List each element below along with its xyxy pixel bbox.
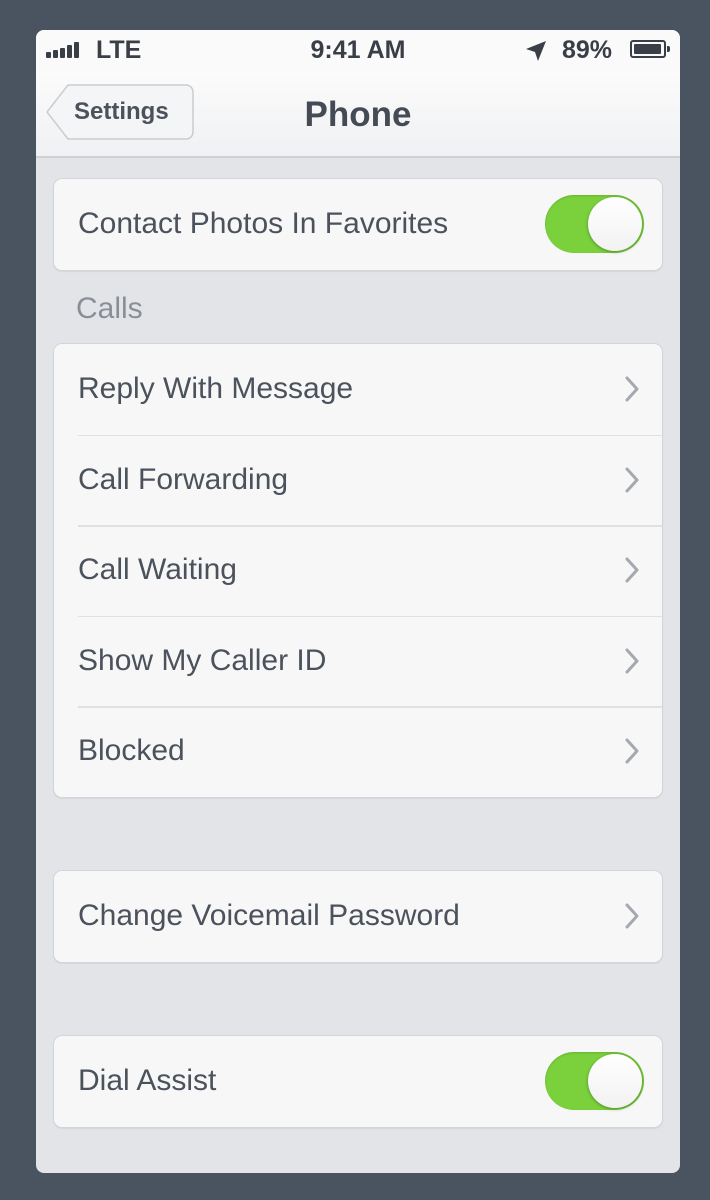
- reply-with-message-label: Reply With Message: [78, 372, 354, 405]
- list-item[interactable]: Call Forwarding: [54, 434, 662, 526]
- blocked-label: Blocked: [78, 734, 185, 768]
- dial-assist-row: Dial Assist: [54, 1036, 662, 1127]
- navigation-bar: Settings Phone: [36, 72, 680, 158]
- chevron-right-icon: [625, 467, 639, 493]
- status-bar: LTE 9:41 AM 89%: [36, 30, 680, 72]
- chevron-right-icon: [625, 376, 639, 402]
- contact-photos-label: Contact Photos In Favorites: [78, 207, 449, 240]
- location-arrow-icon: [526, 41, 546, 61]
- voicemail-group: Change Voicemail Password: [53, 870, 663, 963]
- list-item[interactable]: Show My Caller ID: [54, 615, 662, 707]
- call-forwarding-label: Call Forwarding: [78, 462, 289, 496]
- list-item[interactable]: Change Voicemail Password: [54, 871, 662, 962]
- dial-assist-group: Dial Assist: [53, 1035, 663, 1128]
- chevron-right-icon: [625, 903, 639, 929]
- dial-assist-toggle[interactable]: [545, 1052, 644, 1110]
- contact-photos-row: Contact Photos In Favorites: [54, 179, 662, 270]
- contact-photos-toggle[interactable]: [545, 195, 644, 253]
- battery-percentage: 89%: [562, 36, 613, 64]
- change-voicemail-password-label: Change Voicemail Password: [78, 899, 460, 932]
- toggle-knob: [588, 1054, 642, 1108]
- chevron-right-icon: [625, 557, 639, 583]
- call-waiting-label: Call Waiting: [78, 553, 237, 587]
- phone-screen: LTE 9:41 AM 89% Settings Phone Contact P…: [36, 30, 680, 1173]
- battery-icon: [630, 40, 670, 58]
- list-item[interactable]: Call Waiting: [54, 525, 662, 616]
- favorites-group: Contact Photos In Favorites: [53, 178, 663, 271]
- dial-assist-label: Dial Assist: [78, 1064, 217, 1097]
- list-item[interactable]: Blocked: [54, 706, 662, 797]
- list-item[interactable]: Reply With Message: [54, 344, 662, 435]
- toggle-knob: [588, 197, 642, 251]
- calls-group: Reply With Message Call Forwarding Call …: [53, 343, 663, 798]
- chevron-right-icon: [625, 738, 639, 764]
- calls-section-header: Calls: [76, 292, 143, 325]
- chevron-right-icon: [625, 648, 639, 674]
- show-caller-id-label: Show My Caller ID: [78, 643, 327, 677]
- page-title: Phone: [304, 95, 412, 134]
